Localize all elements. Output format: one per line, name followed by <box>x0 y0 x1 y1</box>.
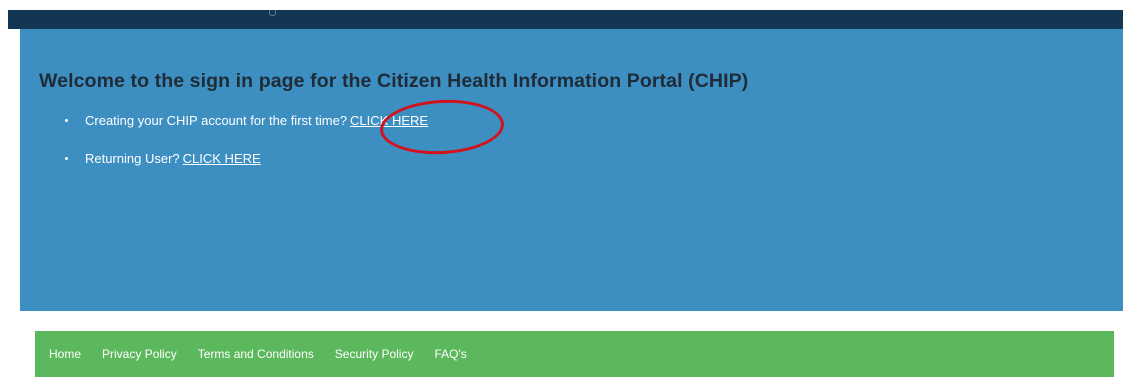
footer-link-privacy-policy[interactable]: Privacy Policy <box>102 347 177 361</box>
returning-user-prompt: Returning User? <box>85 151 180 166</box>
top-navigation-bar <box>8 10 1123 29</box>
footer-link-terms-and-conditions[interactable]: Terms and Conditions <box>198 347 314 361</box>
footer-link-home[interactable]: Home <box>49 347 81 361</box>
returning-user-option: Returning User? CLICK HERE <box>65 151 428 189</box>
sign-in-hero-panel: Welcome to the sign in page for the Citi… <box>20 29 1123 311</box>
new-account-option: Creating your CHIP account for the first… <box>65 113 428 151</box>
footer-navigation: Home Privacy Policy Terms and Conditions… <box>35 331 1114 377</box>
returning-user-link[interactable]: CLICK HERE <box>183 151 261 166</box>
bullet-icon <box>65 119 68 122</box>
page-title: Welcome to the sign in page for the Citi… <box>39 70 749 92</box>
new-account-prompt: Creating your CHIP account for the first… <box>85 113 348 128</box>
footer-link-security-policy[interactable]: Security Policy <box>335 347 414 361</box>
sign-in-options-list: Creating your CHIP account for the first… <box>65 113 428 189</box>
footer-link-faqs[interactable]: FAQ's <box>434 347 466 361</box>
cropped-header-glyph <box>266 10 276 16</box>
bullet-icon <box>65 157 68 160</box>
